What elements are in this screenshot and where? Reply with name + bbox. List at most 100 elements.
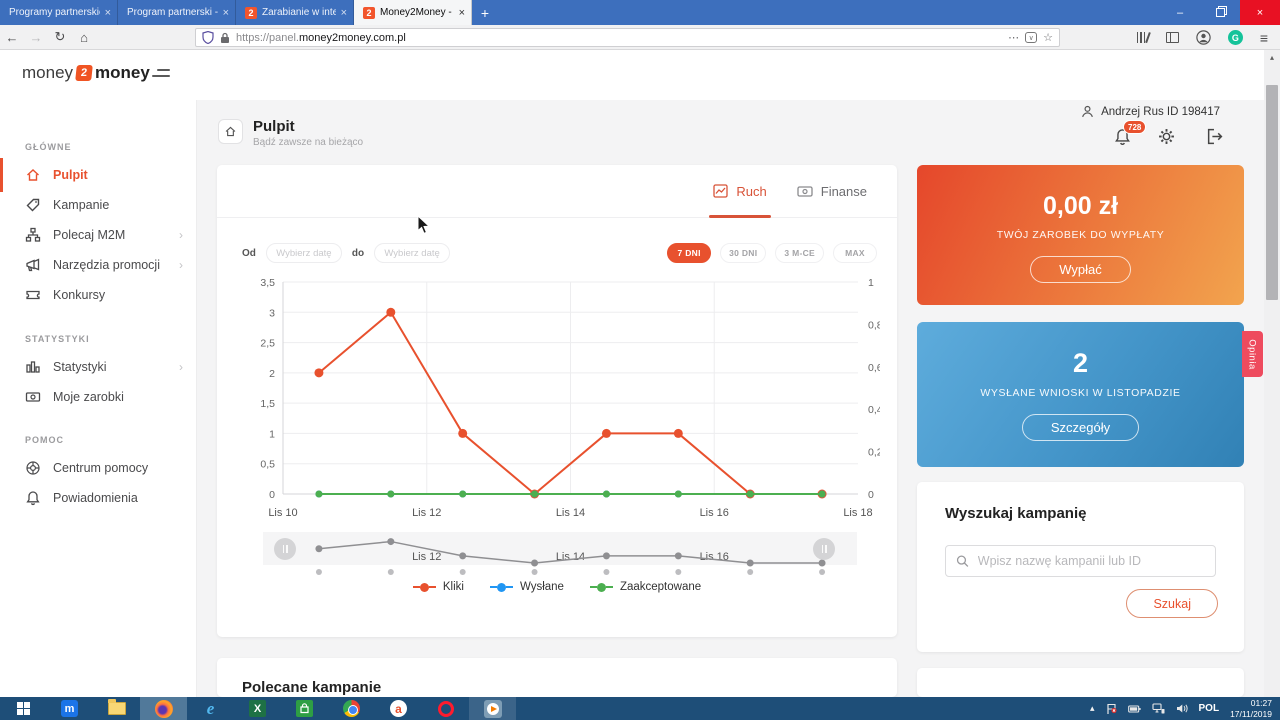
chart-range-handle-left[interactable] bbox=[274, 538, 296, 560]
legend-marker bbox=[489, 582, 513, 592]
new-tab-button[interactable]: + bbox=[472, 0, 498, 25]
close-button[interactable]: × bbox=[1240, 0, 1280, 25]
minimize-button[interactable]: – bbox=[1160, 0, 1200, 25]
browser-tab-1[interactable]: Programy partnerskie | Zarabiaj prz × bbox=[0, 0, 118, 25]
sidebar-collapse-button[interactable] bbox=[152, 69, 170, 81]
browser-tab-2[interactable]: Program partnerski - zacznij zarabi × bbox=[118, 0, 236, 25]
sidebar-item-moje-zarobki[interactable]: Moje zarobki bbox=[0, 382, 197, 412]
tray-up-arrow-icon[interactable]: ▴ bbox=[1090, 703, 1095, 714]
chart-range-handle-right[interactable] bbox=[813, 538, 835, 560]
tray-speaker-icon[interactable] bbox=[1176, 703, 1188, 714]
browser-tab-3[interactable]: 2 Zarabianie w internecie - Afilia × bbox=[236, 0, 354, 25]
taskbar-media-player-icon[interactable] bbox=[469, 697, 516, 720]
chart-range-navigator[interactable]: Lis 12 Lis 14 Lis 16 bbox=[240, 530, 880, 576]
campaign-search-field[interactable] bbox=[945, 545, 1216, 577]
taskbar-file-explorer-icon[interactable] bbox=[93, 697, 140, 720]
range-3mce-button[interactable]: 3 M-CE bbox=[775, 243, 824, 263]
tray-battery-icon[interactable] bbox=[1127, 704, 1141, 714]
page-title-home-icon bbox=[218, 119, 243, 144]
tab-close-icon[interactable]: × bbox=[341, 7, 347, 19]
account-icon[interactable] bbox=[1196, 30, 1211, 45]
chart-card-tabs: Ruch Finanse bbox=[217, 165, 897, 218]
scroll-up-arrow[interactable]: ▴ bbox=[1264, 50, 1280, 64]
money2money-logo[interactable]: money 2 money bbox=[22, 63, 150, 83]
lock-icon bbox=[221, 32, 229, 43]
svg-text:0,6: 0,6 bbox=[868, 362, 880, 374]
traffic-line-chart: 3,5 3 2,5 2 1,5 1 0,5 0 1 0,8 0,6 0,4 0,2 0 Lis 10 Lis … bbox=[260, 277, 880, 519]
sidebar-item-narzedzia-promocji[interactable]: Narzędzia promocji › bbox=[0, 250, 197, 280]
szczegoly-button[interactable]: Szczegóły bbox=[1021, 414, 1140, 441]
library-icon[interactable] bbox=[1136, 32, 1151, 43]
campaign-search-input[interactable] bbox=[977, 554, 1205, 568]
svg-text:3: 3 bbox=[269, 307, 275, 319]
url-bar[interactable]: https://panel.money2money.com.pl ⋯ ∨ ☆ bbox=[195, 28, 1060, 47]
sidebar-item-centrum-pomocy[interactable]: Centrum pomocy bbox=[0, 453, 197, 483]
legend-item-kliki[interactable]: Kliki bbox=[412, 581, 464, 593]
legend-item-wyslane[interactable]: Wysłane bbox=[489, 581, 564, 593]
sidebar-section-glowne: GŁÓWNE bbox=[25, 142, 72, 152]
taskbar-mail-icon[interactable]: m bbox=[46, 697, 93, 720]
taskbar-excel-icon[interactable]: X bbox=[234, 697, 281, 720]
sidebar-item-powiadomienia[interactable]: Powiadomienia bbox=[0, 483, 197, 513]
tray-language[interactable]: POL bbox=[1199, 703, 1220, 714]
menu-icon[interactable]: ≡ bbox=[1260, 30, 1268, 46]
taskbar-chrome-icon[interactable] bbox=[328, 697, 375, 720]
sidebar-item-polecaj-m2m[interactable]: Polecaj M2M › bbox=[0, 220, 197, 250]
page-actions-icon[interactable]: ⋯ bbox=[1008, 31, 1019, 44]
tab-ruch[interactable]: Ruch bbox=[709, 165, 772, 218]
sidebar-item-kampanie[interactable]: Kampanie bbox=[0, 190, 197, 220]
range-30dni-button[interactable]: 30 DNI bbox=[720, 243, 767, 263]
network-icon bbox=[25, 227, 41, 242]
tab-close-icon[interactable]: × bbox=[105, 7, 111, 19]
date-to-input[interactable]: Wybierz datę bbox=[374, 243, 451, 263]
tab-title: Programy partnerskie | Zarabiaj prz bbox=[9, 7, 100, 18]
tray-flag-icon[interactable] bbox=[1106, 703, 1117, 715]
tab-title: Money2Money - Panel Wydaw bbox=[380, 7, 454, 18]
start-button[interactable] bbox=[0, 697, 46, 720]
sidebar-toggle-icon[interactable] bbox=[1165, 32, 1179, 43]
taskbar-store-icon[interactable] bbox=[281, 697, 328, 720]
logout-button[interactable] bbox=[1206, 128, 1226, 148]
page-scrollbar[interactable]: ▴ bbox=[1264, 50, 1280, 697]
forward-button[interactable]: → bbox=[24, 30, 48, 45]
szukaj-button[interactable]: Szukaj bbox=[1126, 589, 1218, 618]
date-from-input[interactable]: Wybierz datę bbox=[265, 243, 342, 263]
refresh-button[interactable]: ↻ bbox=[48, 29, 72, 45]
tray-clock[interactable]: 01:27 17/11/2019 bbox=[1230, 698, 1272, 719]
pocket-icon[interactable]: ∨ bbox=[1025, 32, 1038, 43]
tab-close-icon[interactable]: × bbox=[459, 7, 465, 19]
notifications-button[interactable]: 728 bbox=[1114, 120, 1147, 148]
scrollbar-thumb[interactable] bbox=[1266, 85, 1278, 300]
taskbar-app-a-icon[interactable]: a bbox=[375, 697, 422, 720]
grammarly-icon[interactable]: G bbox=[1227, 30, 1243, 45]
bar-chart-icon bbox=[26, 361, 40, 373]
back-button[interactable]: ← bbox=[0, 30, 24, 45]
range-max-button[interactable]: MAX bbox=[833, 243, 877, 263]
opinia-feedback-tab[interactable]: Opinia bbox=[1242, 331, 1263, 377]
settings-button[interactable] bbox=[1158, 128, 1178, 148]
svg-text:Lis 14: Lis 14 bbox=[556, 507, 585, 519]
polecane-kampanie-title: Polecane kampanie bbox=[242, 679, 382, 696]
wyplac-button[interactable]: Wypłać bbox=[1030, 256, 1131, 283]
requests-card: 2 WYSŁANE WNIOSKI W LISTOPADZIE Szczegół… bbox=[917, 322, 1244, 467]
tray-network-icon[interactable] bbox=[1151, 703, 1165, 714]
taskbar-opera-icon[interactable] bbox=[422, 697, 469, 720]
earnings-label: TWÓJ ZAROBEK DO WYPŁATY bbox=[996, 229, 1165, 241]
taskbar-firefox-icon[interactable] bbox=[140, 697, 187, 720]
tab-close-icon[interactable]: × bbox=[223, 7, 229, 19]
sidebar-item-pulpit[interactable]: Pulpit bbox=[0, 158, 197, 192]
user-account[interactable]: Andrzej Rus ID 198417 bbox=[1081, 105, 1220, 118]
svg-text:2,5: 2,5 bbox=[260, 338, 275, 350]
windows-taskbar: m e X a ▴ POL 01:27 17/11/2019 bbox=[0, 697, 1280, 720]
restore-button[interactable] bbox=[1200, 0, 1240, 25]
bookmark-star-icon[interactable]: ☆ bbox=[1043, 31, 1053, 44]
taskbar-internet-explorer-icon[interactable]: e bbox=[187, 697, 234, 720]
sidebar-item-konkursy[interactable]: Konkursy bbox=[0, 280, 197, 310]
tab-finanse[interactable]: Finanse bbox=[797, 165, 867, 217]
line-chart-icon bbox=[713, 184, 729, 198]
legend-item-zaakceptowane[interactable]: Zaakceptowane bbox=[589, 581, 701, 593]
range-7dni-button[interactable]: 7 DNI bbox=[667, 243, 712, 263]
browser-tab-active[interactable]: 2 Money2Money - Panel Wydaw × bbox=[354, 0, 472, 25]
sidebar-item-statystyki[interactable]: Statystyki › bbox=[0, 352, 197, 382]
home-button[interactable]: ⌂ bbox=[72, 30, 96, 45]
